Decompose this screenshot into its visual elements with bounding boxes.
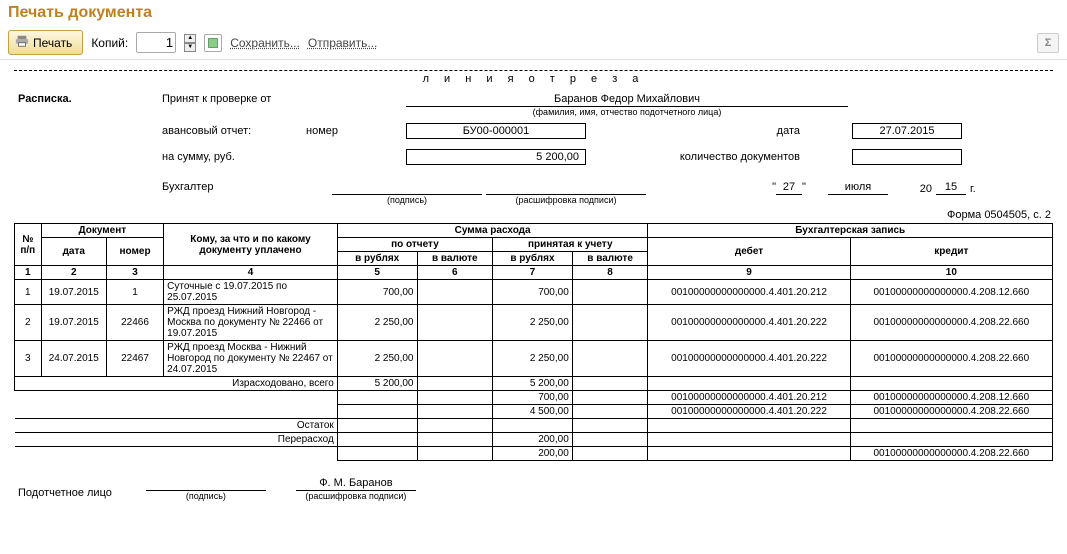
expense-table: № п/п Документ Кому, за что и по какому … xyxy=(14,223,1053,461)
spinner-up[interactable]: ▲ xyxy=(184,34,196,43)
printer-icon xyxy=(15,34,29,51)
signature-name: Ф. М. Баранов xyxy=(296,477,416,491)
sign-note: (подпись) xyxy=(332,195,482,205)
spinner-down[interactable]: ▼ xyxy=(184,43,196,52)
date-year-prefix: 20 xyxy=(892,183,932,195)
table-row: 219.07.201522466РЖД проезд Нижний Новгор… xyxy=(15,305,1053,341)
date-month: июля xyxy=(828,181,888,195)
sum-button[interactable]: Σ xyxy=(1037,33,1059,53)
col-date: дата xyxy=(41,238,106,266)
date-year-suffix: 15 xyxy=(936,181,966,195)
document-area: л и н и я о т р е з а Расписка. Принят к… xyxy=(0,60,1067,509)
totals-row: Израсходовано, всего 5 200,00 5 200,00 xyxy=(15,377,1053,391)
table-row: 119.07.20151Суточные с 19.07.2015 по 25.… xyxy=(15,280,1053,305)
settings-icon[interactable] xyxy=(204,34,222,52)
page-title: Печать документа xyxy=(0,0,1067,26)
signature-sign-line xyxy=(146,477,266,491)
signature-row: Подотчетное лицо (подпись) Ф. М. Баранов… xyxy=(14,477,1053,501)
copies-input[interactable] xyxy=(136,32,176,53)
signature-label: Подотчетное лицо xyxy=(14,485,116,501)
col-whom: Кому, за что и по какому документу уплач… xyxy=(164,224,338,266)
accountant-sign xyxy=(332,181,482,195)
signature-name-note: (расшифровка подписи) xyxy=(296,491,416,501)
col-doc: Документ xyxy=(41,224,164,238)
send-link[interactable]: Отправить... xyxy=(308,36,378,50)
number-value: БУ00-000001 xyxy=(406,123,586,139)
table-row: 324.07.201522467РЖД проезд Москва - Нижн… xyxy=(15,341,1053,377)
accountant-name xyxy=(486,181,646,195)
accountant-label: Бухгалтер xyxy=(158,179,328,195)
copies-spinner[interactable]: ▲ ▼ xyxy=(184,34,196,52)
toolbar: Печать Копий: ▲ ▼ Сохранить... Отправить… xyxy=(0,26,1067,60)
cut-line xyxy=(14,70,1053,71)
col-by-report: по отчету xyxy=(337,238,492,252)
col-val2: в валюте xyxy=(572,252,648,266)
col-entry: Бухгалтерская запись xyxy=(648,224,1053,238)
accepted-from-label: Принят к проверке от xyxy=(158,91,298,107)
signature-sign-note: (подпись) xyxy=(146,491,266,501)
col-accepted: принятая к учету xyxy=(493,238,648,252)
docs-count-label: количество документов xyxy=(634,149,804,165)
date-label: дата xyxy=(634,123,804,139)
totals-label: Израсходовано, всего xyxy=(15,377,338,391)
remainder-row: Остаток xyxy=(15,419,1053,433)
col-no: № п/п xyxy=(15,224,42,266)
copies-label: Копий: xyxy=(91,36,128,50)
accepted-from-value: Баранов Федор Михайлович xyxy=(406,93,848,107)
number-label: номер xyxy=(302,123,402,139)
date-day-wrap: "27" xyxy=(754,181,824,195)
col-debit: дебет xyxy=(648,238,850,266)
sum-value: 5 200,00 xyxy=(406,149,586,165)
col-num: номер xyxy=(106,238,163,266)
date-year-g: г. xyxy=(970,183,1000,195)
split-row-1: 700,00 00100000000000000.4.401.20.212 00… xyxy=(15,391,1053,405)
advance-report-label: авансовый отчет: xyxy=(158,123,298,139)
save-link[interactable]: Сохранить... xyxy=(230,36,300,50)
overrun-row: Перерасход 200,00 xyxy=(15,433,1053,447)
col-val1: в валюте xyxy=(417,252,493,266)
receipt-title: Расписка. xyxy=(14,91,154,107)
col-credit: кредит xyxy=(850,238,1052,266)
sum-label: на сумму, руб. xyxy=(158,149,298,165)
col-rub2: в рублях xyxy=(493,252,573,266)
print-button[interactable]: Печать xyxy=(8,30,83,55)
print-button-label: Печать xyxy=(33,36,72,50)
overrun-label: Перерасход xyxy=(15,433,338,447)
date-value: 27.07.2015 xyxy=(852,123,962,139)
form-code: Форма 0504505, с. 2 xyxy=(14,209,1051,221)
overrun-row-2: 200,00 00100000000000000.4.208.22.660 xyxy=(15,447,1053,461)
name-note: (расшифровка подписи) xyxy=(486,195,646,205)
remainder-label: Остаток xyxy=(15,419,338,433)
date-day: 27 xyxy=(776,181,802,195)
col-sum: Сумма расхода xyxy=(337,224,648,238)
cut-line-label: л и н и я о т р е з а xyxy=(14,73,1053,85)
col-rub1: в рублях xyxy=(337,252,417,266)
fio-note: (фамилия, имя, отчество подотчетного лиц… xyxy=(406,107,848,117)
docs-count-value xyxy=(852,149,962,165)
